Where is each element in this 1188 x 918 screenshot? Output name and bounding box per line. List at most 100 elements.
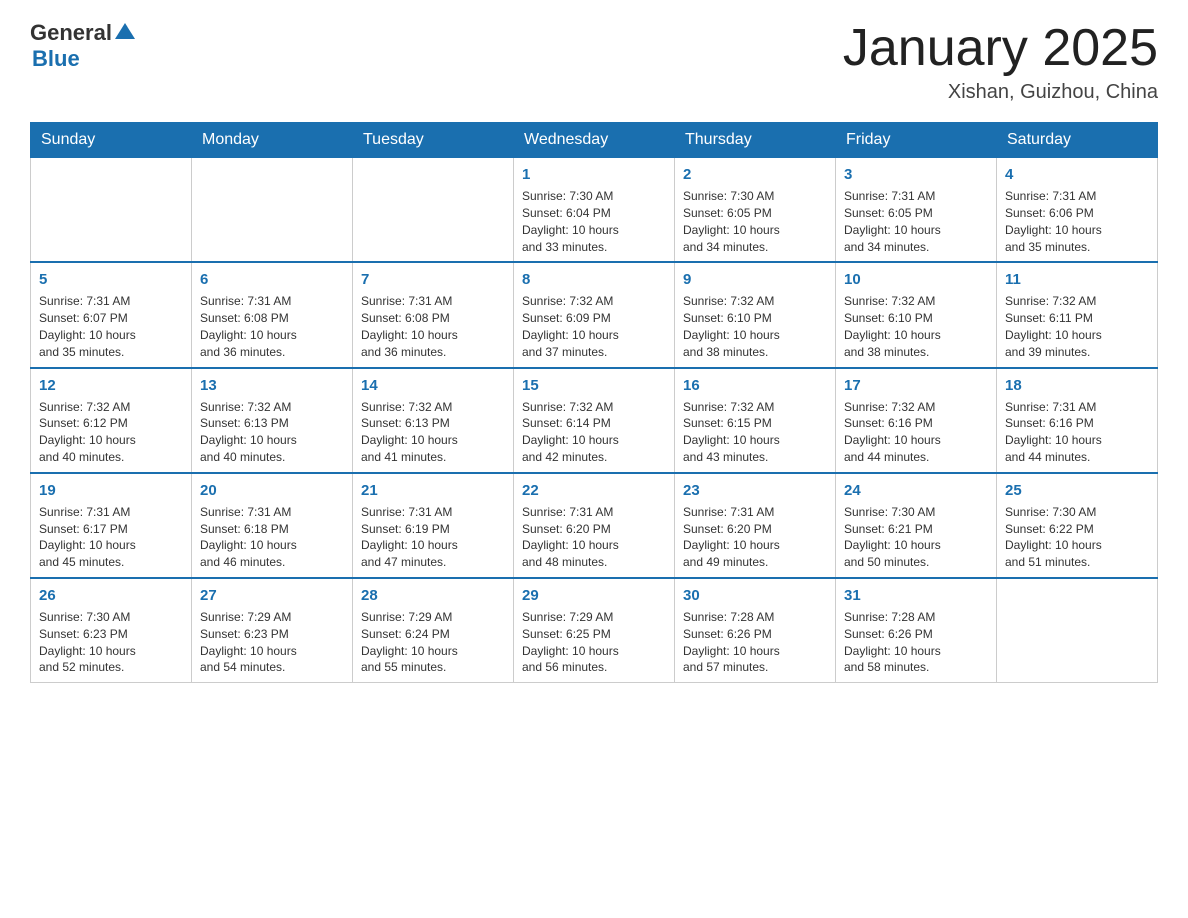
day-info: Sunrise: 7:32 AM Sunset: 6:09 PM Dayligh…: [522, 293, 666, 360]
calendar-cell: 19Sunrise: 7:31 AM Sunset: 6:17 PM Dayli…: [31, 473, 192, 578]
calendar-title: January 2025: [843, 20, 1158, 77]
calendar-cell: 26 Sunrise: 7:30 AM Sunset: 6:23 PM Dayli…: [31, 578, 192, 683]
calendar-cell: 8 Sunrise: 7:32 AM Sunset: 6:09 PM Daylig…: [514, 262, 675, 367]
day-number: 13: [200, 375, 344, 396]
day-number: 14: [361, 375, 505, 396]
day-info: Sunrise: 7:29 AM Sunset: 6:24 PM Dayligh…: [361, 609, 505, 676]
day-info: Sunrise: 7:31 AM Sunset: 6:06 PM Dayligh…: [1005, 188, 1149, 255]
calendar-cell: 11Sunrise: 7:32 AM Sunset: 6:11 PM Dayli…: [997, 262, 1158, 367]
day-number: 22: [522, 480, 666, 501]
calendar-cell: 21 Sunrise: 7:31 AM Sunset: 6:19 PM Dayli…: [353, 473, 514, 578]
day-number: 5: [39, 269, 183, 290]
calendar-cell: 6 Sunrise: 7:31 AM Sunset: 6:08 PM Daylig…: [192, 262, 353, 367]
calendar-cell: [353, 158, 514, 263]
logo-blue: Blue: [32, 46, 136, 72]
day-info: Sunrise: 7:32 AM Sunset: 6:12 PM Dayligh…: [39, 399, 183, 466]
weekday-header-friday: Friday: [836, 123, 997, 158]
calendar-cell: 22 Sunrise: 7:31 AM Sunset: 6:20 PM Dayli…: [514, 473, 675, 578]
day-number: 1: [522, 164, 666, 185]
day-info: Sunrise: 7:31 AM Sunset: 6:08 PM Dayligh…: [361, 293, 505, 360]
day-info: Sunrise: 7:30 AM Sunset: 6:22 PM Dayligh…: [1005, 504, 1149, 571]
calendar-cell: 29Sunrise: 7:29 AM Sunset: 6:25 PM Dayli…: [514, 578, 675, 683]
calendar-week-row: 26 Sunrise: 7:30 AM Sunset: 6:23 PM Dayli…: [31, 578, 1158, 683]
calendar-cell: [997, 578, 1158, 683]
day-number: 7: [361, 269, 505, 290]
calendar-cell: 18Sunrise: 7:31 AM Sunset: 6:16 PM Dayli…: [997, 368, 1158, 473]
day-info: Sunrise: 7:29 AM Sunset: 6:25 PM Dayligh…: [522, 609, 666, 676]
calendar-cell: 1Sunrise: 7:30 AM Sunset: 6:04 PM Daylig…: [514, 158, 675, 263]
day-info: Sunrise: 7:31 AM Sunset: 6:20 PM Dayligh…: [522, 504, 666, 571]
day-info: Sunrise: 7:32 AM Sunset: 6:10 PM Dayligh…: [844, 293, 988, 360]
calendar-cell: 15Sunrise: 7:32 AM Sunset: 6:14 PM Dayli…: [514, 368, 675, 473]
day-number: 11: [1005, 269, 1149, 290]
calendar-cell: 28Sunrise: 7:29 AM Sunset: 6:24 PM Dayli…: [353, 578, 514, 683]
calendar-cell: 31Sunrise: 7:28 AM Sunset: 6:26 PM Dayli…: [836, 578, 997, 683]
weekday-header-sunday: Sunday: [31, 123, 192, 158]
day-info: Sunrise: 7:31 AM Sunset: 6:08 PM Dayligh…: [200, 293, 344, 360]
weekday-header-row: SundayMondayTuesdayWednesdayThursdayFrid…: [31, 123, 1158, 158]
calendar-cell: 12Sunrise: 7:32 AM Sunset: 6:12 PM Dayli…: [31, 368, 192, 473]
calendar-cell: 9 Sunrise: 7:32 AM Sunset: 6:10 PM Daylig…: [675, 262, 836, 367]
day-number: 25: [1005, 480, 1149, 501]
logo-arrow-icon: [114, 21, 136, 41]
calendar-cell: 24 Sunrise: 7:30 AM Sunset: 6:21 PM Dayli…: [836, 473, 997, 578]
day-info: Sunrise: 7:31 AM Sunset: 6:05 PM Dayligh…: [844, 188, 988, 255]
day-number: 31: [844, 585, 988, 606]
calendar-table: SundayMondayTuesdayWednesdayThursdayFrid…: [30, 122, 1158, 683]
day-number: 8: [522, 269, 666, 290]
day-number: 4: [1005, 164, 1149, 185]
day-info: Sunrise: 7:30 AM Sunset: 6:23 PM Dayligh…: [39, 609, 183, 676]
logo: General Blue: [30, 20, 136, 72]
calendar-cell: 10 Sunrise: 7:32 AM Sunset: 6:10 PM Dayli…: [836, 262, 997, 367]
day-number: 23: [683, 480, 827, 501]
calendar-cell: [192, 158, 353, 263]
day-info: Sunrise: 7:31 AM Sunset: 6:20 PM Dayligh…: [683, 504, 827, 571]
day-info: Sunrise: 7:32 AM Sunset: 6:13 PM Dayligh…: [200, 399, 344, 466]
day-number: 9: [683, 269, 827, 290]
day-info: Sunrise: 7:30 AM Sunset: 6:21 PM Dayligh…: [844, 504, 988, 571]
weekday-header-tuesday: Tuesday: [353, 123, 514, 158]
weekday-header-monday: Monday: [192, 123, 353, 158]
calendar-cell: 4 Sunrise: 7:31 AM Sunset: 6:06 PM Daylig…: [997, 158, 1158, 263]
calendar-cell: 20Sunrise: 7:31 AM Sunset: 6:18 PM Dayli…: [192, 473, 353, 578]
day-number: 26: [39, 585, 183, 606]
calendar-week-row: 5 Sunrise: 7:31 AM Sunset: 6:07 PM Daylig…: [31, 262, 1158, 367]
calendar-cell: 27Sunrise: 7:29 AM Sunset: 6:23 PM Dayli…: [192, 578, 353, 683]
logo-general: General: [30, 20, 112, 46]
day-number: 17: [844, 375, 988, 396]
calendar-cell: 17 Sunrise: 7:32 AM Sunset: 6:16 PM Dayli…: [836, 368, 997, 473]
day-info: Sunrise: 7:32 AM Sunset: 6:16 PM Dayligh…: [844, 399, 988, 466]
day-info: Sunrise: 7:31 AM Sunset: 6:07 PM Dayligh…: [39, 293, 183, 360]
day-info: Sunrise: 7:31 AM Sunset: 6:19 PM Dayligh…: [361, 504, 505, 571]
day-number: 10: [844, 269, 988, 290]
calendar-cell: 7 Sunrise: 7:31 AM Sunset: 6:08 PM Daylig…: [353, 262, 514, 367]
day-info: Sunrise: 7:31 AM Sunset: 6:17 PM Dayligh…: [39, 504, 183, 571]
day-info: Sunrise: 7:32 AM Sunset: 6:10 PM Dayligh…: [683, 293, 827, 360]
weekday-header-thursday: Thursday: [675, 123, 836, 158]
day-info: Sunrise: 7:28 AM Sunset: 6:26 PM Dayligh…: [683, 609, 827, 676]
day-info: Sunrise: 7:29 AM Sunset: 6:23 PM Dayligh…: [200, 609, 344, 676]
calendar-cell: 13 Sunrise: 7:32 AM Sunset: 6:13 PM Dayli…: [192, 368, 353, 473]
day-number: 3: [844, 164, 988, 185]
day-number: 15: [522, 375, 666, 396]
calendar-cell: 30Sunrise: 7:28 AM Sunset: 6:26 PM Dayli…: [675, 578, 836, 683]
day-number: 6: [200, 269, 344, 290]
day-info: Sunrise: 7:32 AM Sunset: 6:13 PM Dayligh…: [361, 399, 505, 466]
title-block: January 2025 Xishan, Guizhou, China: [843, 20, 1158, 104]
calendar-week-row: 19Sunrise: 7:31 AM Sunset: 6:17 PM Dayli…: [31, 473, 1158, 578]
day-number: 18: [1005, 375, 1149, 396]
day-number: 2: [683, 164, 827, 185]
calendar-cell: 23 Sunrise: 7:31 AM Sunset: 6:20 PM Dayli…: [675, 473, 836, 578]
weekday-header-saturday: Saturday: [997, 123, 1158, 158]
day-number: 21: [361, 480, 505, 501]
calendar-cell: 3 Sunrise: 7:31 AM Sunset: 6:05 PM Daylig…: [836, 158, 997, 263]
calendar-subtitle: Xishan, Guizhou, China: [843, 81, 1158, 104]
day-info: Sunrise: 7:30 AM Sunset: 6:05 PM Dayligh…: [683, 188, 827, 255]
calendar-cell: 2 Sunrise: 7:30 AM Sunset: 6:05 PM Daylig…: [675, 158, 836, 263]
calendar-cell: 16Sunrise: 7:32 AM Sunset: 6:15 PM Dayli…: [675, 368, 836, 473]
day-number: 16: [683, 375, 827, 396]
day-number: 24: [844, 480, 988, 501]
weekday-header-wednesday: Wednesday: [514, 123, 675, 158]
day-info: Sunrise: 7:31 AM Sunset: 6:18 PM Dayligh…: [200, 504, 344, 571]
calendar-cell: [31, 158, 192, 263]
